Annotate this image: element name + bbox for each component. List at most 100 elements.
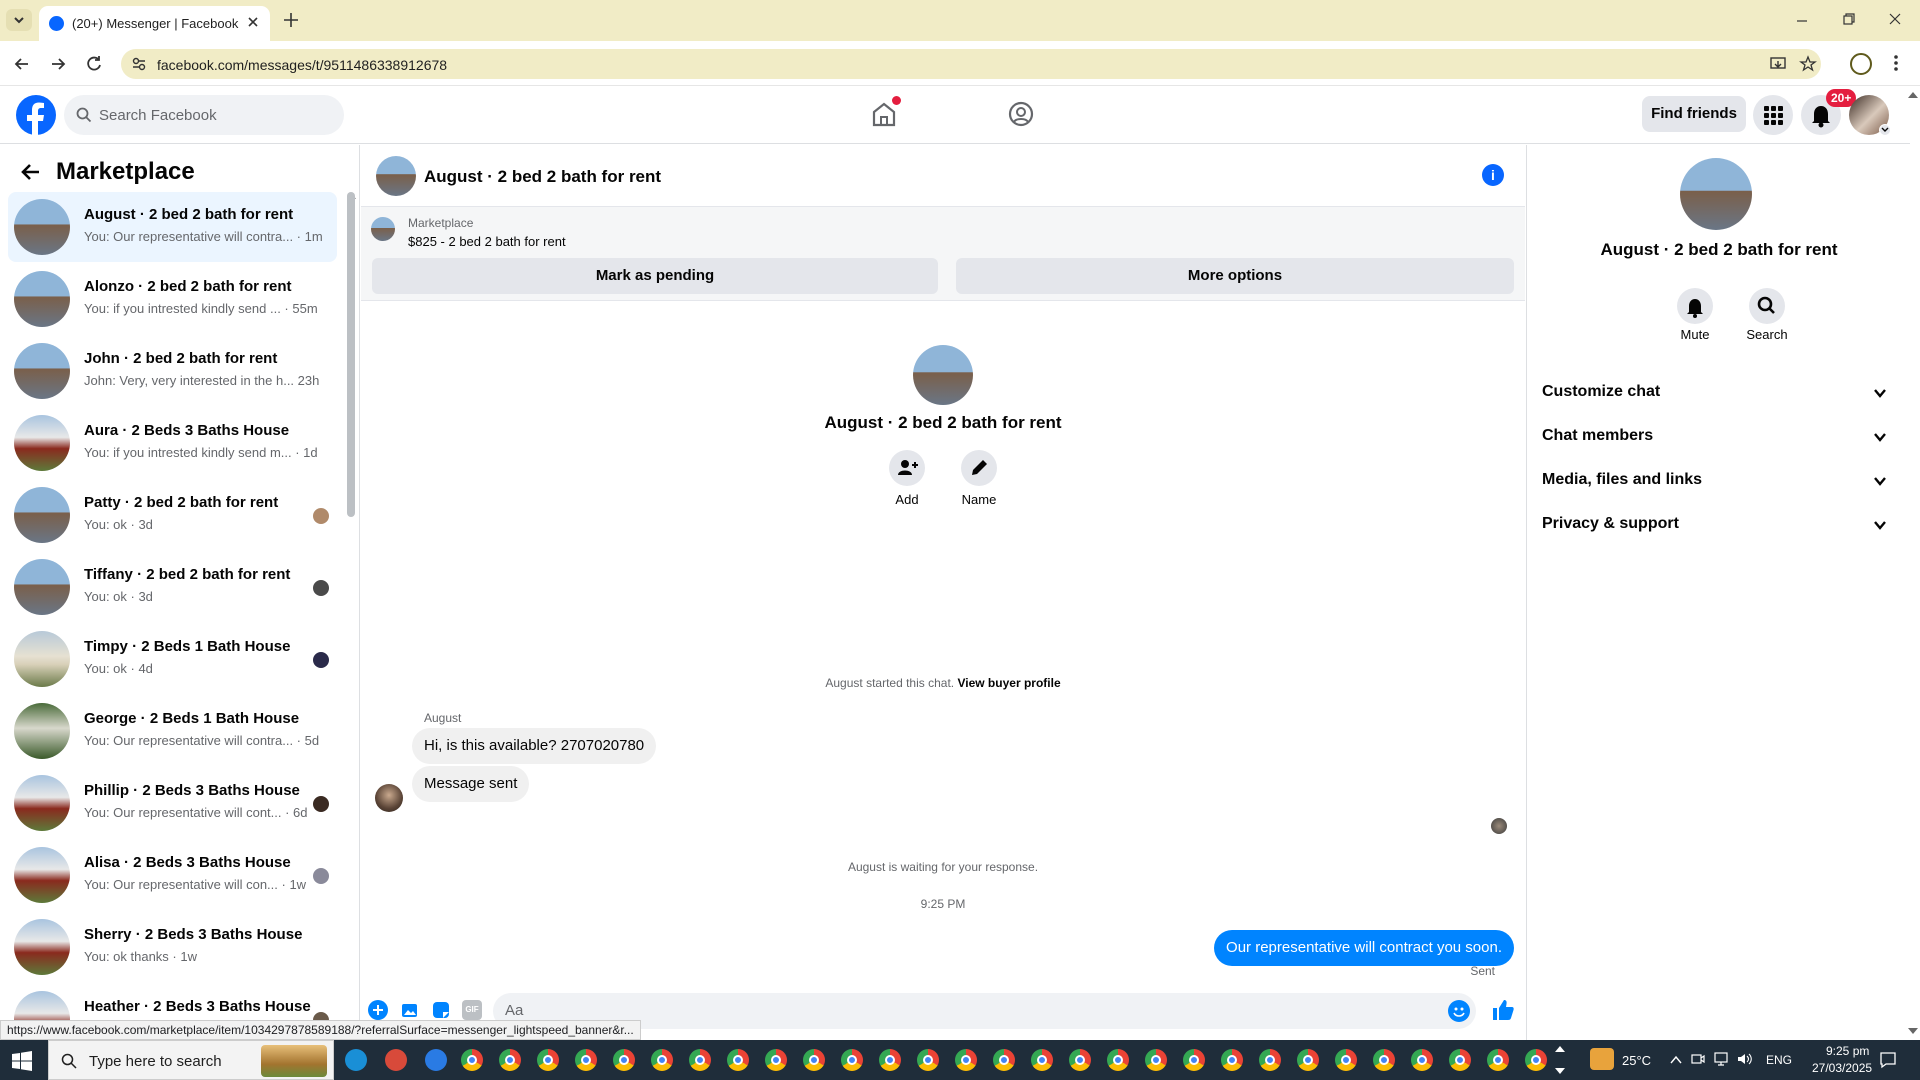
conversation-item[interactable]: John · 2 bed 2 bath for rent John: Very, …	[8, 336, 337, 406]
sticker-icon[interactable]	[431, 1000, 451, 1020]
home-icon[interactable]	[870, 96, 901, 128]
restore-icon[interactable]	[1842, 12, 1856, 26]
message-bubble[interactable]: Message sent	[412, 766, 530, 802]
edit-name-button[interactable]	[961, 450, 997, 486]
chrome-window-icon[interactable]	[1487, 1049, 1509, 1071]
url-field[interactable]: facebook.com/messages/t/9511486338912678	[121, 49, 1821, 79]
chrome-window-icon[interactable]	[993, 1049, 1015, 1071]
back-icon[interactable]	[12, 54, 32, 74]
meet-now-icon[interactable]	[1691, 1052, 1705, 1066]
bookmark-star-icon[interactable]	[1799, 55, 1817, 73]
language-indicator[interactable]: ENG	[1766, 1053, 1792, 1067]
close-window-icon[interactable]	[1888, 12, 1902, 26]
chrome-window-icon[interactable]	[917, 1049, 939, 1071]
chrome-window-icon[interactable]	[1259, 1049, 1281, 1071]
forward-icon[interactable]	[48, 54, 68, 74]
sender-avatar[interactable]	[375, 784, 403, 812]
media-files-links-section[interactable]: Media, files and links	[1527, 459, 1911, 503]
more-actions-icon[interactable]	[368, 1000, 388, 1020]
chrome-window-icon[interactable]	[689, 1049, 711, 1071]
chrome-window-icon[interactable]	[955, 1049, 977, 1071]
chrome-window-icon[interactable]	[1221, 1049, 1243, 1071]
chrome-window-icon[interactable]	[1183, 1049, 1205, 1071]
like-icon[interactable]	[1491, 998, 1515, 1022]
conversation-item[interactable]: August · 2 bed 2 bath for rent You: Our r…	[8, 192, 337, 262]
chrome-window-icon[interactable]	[1335, 1049, 1357, 1071]
clock-time[interactable]: 9:25 pm	[1826, 1044, 1869, 1058]
install-app-icon[interactable]	[1769, 55, 1787, 73]
browser-menu-icon[interactable]	[1893, 53, 1899, 73]
profile-icon[interactable]	[1850, 53, 1872, 75]
conversation-item[interactable]: Timpy · 2 Beds 1 Bath House You: ok · 4d	[8, 624, 337, 694]
my-message-bubble[interactable]: Our representative will contract you soo…	[1214, 930, 1514, 966]
menu-grid-button[interactable]	[1753, 95, 1793, 135]
taskbar-search-input[interactable]: Type here to search	[48, 1040, 334, 1080]
chrome-window-icon[interactable]	[1145, 1049, 1167, 1071]
downloads-icon[interactable]	[425, 1049, 447, 1071]
customize-chat-section[interactable]: Customize chat	[1527, 371, 1911, 415]
groups-icon[interactable]	[1007, 100, 1035, 128]
chrome-window-icon[interactable]	[803, 1049, 825, 1071]
chrome-window-icon[interactable]	[1449, 1049, 1471, 1071]
weather-icon[interactable]	[1590, 1048, 1614, 1070]
site-info-icon[interactable]	[131, 56, 147, 72]
notification-center-icon[interactable]	[1879, 1051, 1897, 1069]
chrome-window-icon[interactable]	[727, 1049, 749, 1071]
mute-button[interactable]	[1677, 288, 1713, 324]
chrome-window-icon[interactable]	[1411, 1049, 1433, 1071]
conversation-item[interactable]: Phillip · 2 Beds 3 Baths House You: Our r…	[8, 768, 337, 838]
mark-as-pending-button[interactable]: Mark as pending	[372, 258, 938, 294]
conversation-item[interactable]: Patty · 2 bed 2 bath for rent You: ok · 3…	[8, 480, 337, 550]
edge-icon[interactable]	[345, 1049, 367, 1071]
back-arrow-icon[interactable]	[20, 161, 42, 183]
conversation-item[interactable]: Sherry · 2 Beds 3 Baths House You: ok tha…	[8, 912, 337, 982]
chrome-window-icon[interactable]	[575, 1049, 597, 1071]
network-icon[interactable]	[1713, 1052, 1729, 1066]
chat-title[interactable]: August · 2 bed 2 bath for rent	[424, 167, 661, 187]
tab-messenger[interactable]: (20+) Messenger | Facebook	[39, 6, 270, 41]
emoji-icon[interactable]	[1448, 1000, 1470, 1022]
details-avatar[interactable]	[1680, 158, 1752, 230]
chrome-window-icon[interactable]	[1525, 1049, 1547, 1071]
privacy-support-section[interactable]: Privacy & support	[1527, 503, 1911, 547]
conversation-item[interactable]: George · 2 Beds 1 Bath House You: Our rep…	[8, 696, 337, 766]
tab-search-button[interactable]	[6, 9, 32, 31]
chrome-window-icon[interactable]	[765, 1049, 787, 1071]
chrome-window-icon[interactable]	[1031, 1049, 1053, 1071]
more-options-button[interactable]: More options	[956, 258, 1514, 294]
find-friends-button[interactable]: Find friends	[1642, 96, 1746, 132]
chat-avatar[interactable]	[376, 156, 416, 196]
conversation-item[interactable]: Aura · 2 Beds 3 Baths House You: if you i…	[8, 408, 337, 478]
volume-icon[interactable]	[1737, 1052, 1753, 1066]
chrome-window-icon[interactable]	[1297, 1049, 1319, 1071]
add-people-button[interactable]	[889, 450, 925, 486]
chrome-window-icon[interactable]	[537, 1049, 559, 1071]
chrome-window-icon[interactable]	[879, 1049, 901, 1071]
message-bubble[interactable]: Hi, is this available? 2707020780	[412, 728, 657, 764]
chrome-window-icon[interactable]	[1069, 1049, 1091, 1071]
page-scroll-up-icon[interactable]	[1908, 90, 1918, 98]
chrome-window-icon[interactable]	[461, 1049, 483, 1071]
chrome-window-icon[interactable]	[841, 1049, 863, 1071]
conversation-item[interactable]: Alonzo · 2 bed 2 bath for rent You: if yo…	[8, 264, 337, 334]
account-chevron-icon[interactable]	[1879, 124, 1891, 136]
facebook-search-input[interactable]: Search Facebook	[64, 95, 344, 135]
search-in-chat-button[interactable]	[1749, 288, 1785, 324]
chrome-window-icon[interactable]	[651, 1049, 673, 1071]
taskbar-scroll-down-icon[interactable]	[1555, 1068, 1565, 1076]
listing-thumbnail[interactable]	[371, 217, 395, 241]
conversation-item[interactable]: Tiffany · 2 bed 2 bath for rent You: ok ·…	[8, 552, 337, 622]
chrome-window-icon[interactable]	[613, 1049, 635, 1071]
clock-date[interactable]: 27/03/2025	[1812, 1061, 1872, 1075]
listing-title[interactable]: $825 - 2 bed 2 bath for rent	[408, 234, 566, 249]
chrome-window-icon[interactable]	[499, 1049, 521, 1071]
new-tab-icon[interactable]	[282, 11, 300, 29]
tray-chevron-icon[interactable]	[1670, 1055, 1682, 1065]
photo-icon[interactable]	[400, 1000, 420, 1020]
conversation-scrollbar[interactable]	[347, 192, 355, 517]
profile-avatar[interactable]	[913, 345, 973, 405]
minimize-icon[interactable]	[1795, 14, 1809, 28]
facebook-logo-icon[interactable]	[16, 95, 56, 135]
taskbar-scroll-up-icon[interactable]	[1555, 1044, 1565, 1052]
close-tab-icon[interactable]	[246, 15, 260, 29]
